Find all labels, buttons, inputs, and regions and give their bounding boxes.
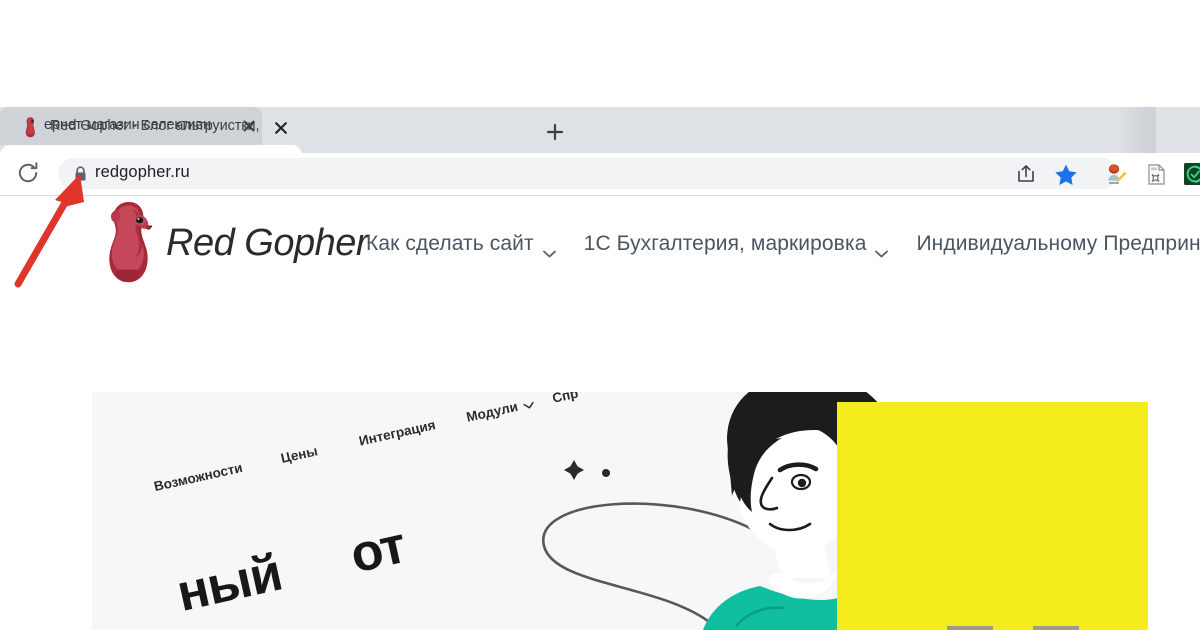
tilted-headline: ный от	[172, 515, 411, 624]
chevron-down-icon	[875, 240, 889, 258]
tab-close-icon[interactable]	[271, 118, 291, 138]
article-hero-image[interactable]: док Возможности Цены Интеграция Модули С…	[92, 392, 1148, 630]
site-navigation: Как сделать сайт 1С Бухгалтерия, маркиро…	[366, 232, 1200, 258]
tab-title: Red Gopher - Блог альтруистки,	[50, 118, 260, 134]
hero-canvas: док Возможности Цены Интеграция Модули С…	[92, 392, 1148, 630]
tilted-nav-item: Возможности	[152, 459, 244, 495]
share-icon[interactable]	[1015, 164, 1037, 184]
nav-item-label: Индивидуальному Предприним	[916, 232, 1200, 255]
site-logo-text[interactable]: Red Gopher	[166, 222, 369, 265]
headline-fragment: ный	[171, 543, 287, 623]
bookmark-star-icon[interactable]	[1054, 163, 1078, 186]
blank-area-above-browser	[0, 0, 1200, 107]
panel-bottom-bar	[1033, 626, 1079, 630]
nav-item-kak-sdelat-sajt[interactable]: Как сделать сайт	[366, 232, 556, 258]
yellow-panel	[837, 402, 1148, 630]
chevron-down-icon	[542, 240, 556, 258]
tab-strip: ернет-магазин селективной Red Gopher - Б…	[0, 107, 1200, 187]
extension-document-tool-icon[interactable]	[1145, 163, 1167, 185]
extension-green-badge-icon[interactable]	[1184, 163, 1200, 185]
tab-title-fade	[1116, 107, 1156, 153]
tilted-nav-item: Модули	[464, 398, 520, 425]
tilted-nav-item: Цены	[279, 443, 320, 466]
new-tab-button[interactable]	[541, 118, 569, 146]
nav-item-label: Как сделать сайт	[366, 232, 534, 255]
tilted-nav-item: Интеграция	[357, 417, 437, 449]
nav-item-1c-buhgalteriya[interactable]: 1С Бухгалтерия, маркировка	[583, 232, 889, 258]
site-header: Red Gopher Как сделать сайт 1С Бухгалтер…	[0, 196, 1200, 292]
extension-avatar-pencil-icon[interactable]	[1104, 163, 1127, 185]
screenshot-root: ернет-магазин селективной Red Gopher - Б…	[0, 0, 1200, 630]
panel-bottom-bar	[947, 626, 993, 630]
red-arrow-pointing-to-lock	[0, 168, 110, 288]
address-bar[interactable]	[58, 158, 1118, 189]
nav-item-individualnomu-predprinimatelyu[interactable]: Индивидуальному Предприним	[916, 232, 1200, 256]
nav-item-label: 1С Бухгалтерия, маркировка	[583, 232, 867, 255]
headline-fragment: от	[345, 516, 411, 585]
web-page-content: Red Gopher Как сделать сайт 1С Бухгалтер…	[0, 196, 1200, 630]
red-gopher-favicon	[22, 116, 39, 138]
